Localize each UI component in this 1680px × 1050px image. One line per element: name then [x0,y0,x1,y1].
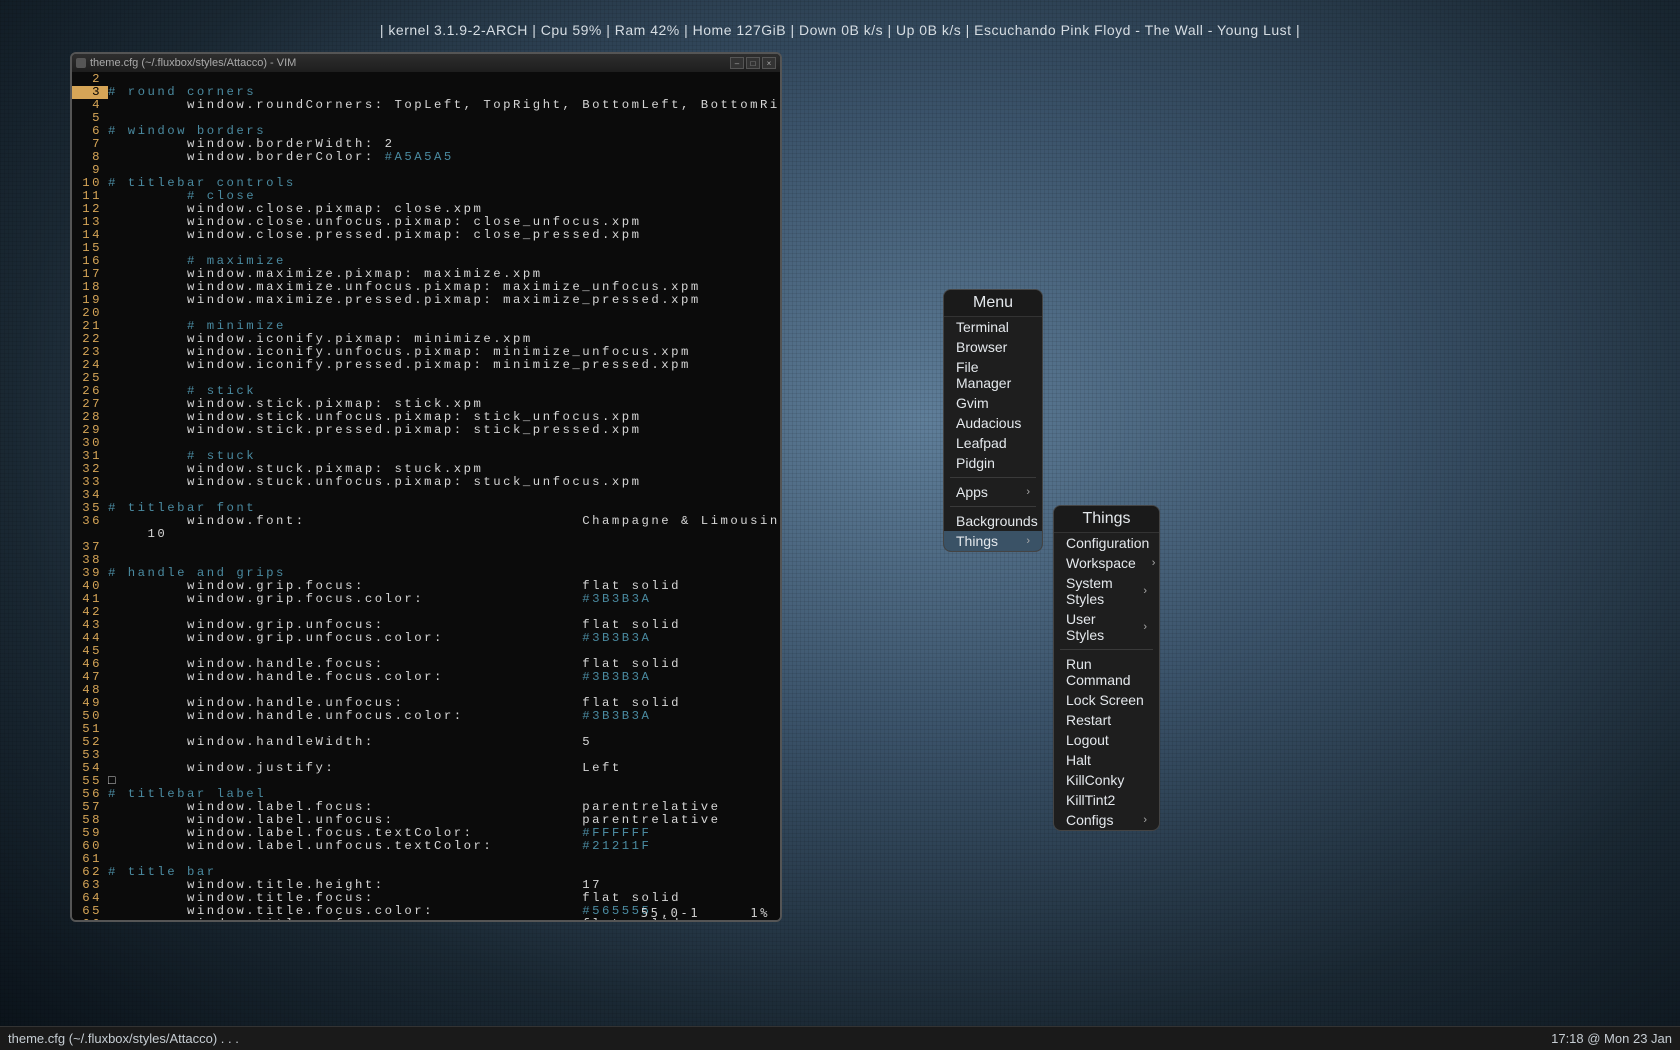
menu-item-label: Restart [1066,712,1111,728]
menu-item-label: Configs [1066,812,1113,828]
menu-item[interactable]: Things › [944,531,1042,551]
vim-line: 36 window.font: Champagne & Limousines- [72,515,780,528]
vim-line: 37 [72,541,780,554]
menu-separator [950,506,1036,507]
menu-item[interactable]: Workspace › [1054,553,1159,573]
menu-item-label: Leafpad [956,435,1007,451]
vim-line: 60 window.label.unfocus.textColor: #2121… [72,840,780,853]
menu-item[interactable]: KillConky [1054,770,1159,790]
fluxbox-submenu-things[interactable]: Things Configuration›Workspace›System St… [1053,505,1160,831]
menu-item[interactable]: Logout [1054,730,1159,750]
menu-item[interactable]: Configuration› [1054,533,1159,553]
vim-line: 14 window.close.pressed.pixmap: close_pr… [72,229,780,242]
menu-item[interactable]: Audacious [944,413,1042,433]
menu-item[interactable]: File Manager [944,357,1042,393]
menu-item-label: Gvim [956,395,989,411]
menu-item-label: Pidgin [956,455,995,471]
menu-item-label: Terminal [956,319,1009,335]
conky-statusbar: | kernel 3.1.9-2-ARCH | Cpu 59% | Ram 42… [0,22,1680,38]
tint2-taskbar[interactable]: theme.cfg (~/.fluxbox/styles/Attacco) . … [0,1026,1680,1050]
menu-item-label: File Manager [956,359,1030,391]
menu-item-label: Lock Screen [1066,692,1144,708]
chevron-right-icon: › [1026,535,1030,547]
vim-line: 19 window.maximize.pressed.pixmap: maxim… [72,294,780,307]
menu-item[interactable]: Pidgin [944,453,1042,473]
vim-line: 54 window.justify: Left [72,762,780,775]
maximize-button[interactable]: □ [746,57,760,69]
menu-item[interactable]: Browser [944,337,1042,357]
taskbar-window-label[interactable]: theme.cfg (~/.fluxbox/styles/Attacco) . … [8,1031,239,1046]
menu-item-label: Logout [1066,732,1109,748]
menu-item-label: Run Command [1066,656,1147,688]
menu-separator [1060,649,1153,650]
menu-title: Menu [944,290,1042,317]
menu-item[interactable]: KillTint2 [1054,790,1159,810]
chevron-right-icon: › [1143,814,1147,826]
menu-item-label: KillTint2 [1066,792,1115,808]
fluxbox-root-menu[interactable]: Menu Terminal Browser File Manager Gvim Auda… [943,289,1043,552]
menu-item-label: Workspace [1066,555,1136,571]
vim-line: 10 [72,528,780,541]
menu-item[interactable]: Apps › [944,482,1042,502]
menu-item[interactable]: Run Command [1054,654,1159,690]
menu-item-label: Backgrounds [956,513,1038,529]
menu-item[interactable]: System Styles › [1054,573,1159,609]
chevron-right-icon: › [1152,557,1156,569]
menu-item[interactable]: Halt [1054,750,1159,770]
menu-item[interactable]: Lock Screen [1054,690,1159,710]
chevron-right-icon: › [1026,486,1030,498]
menu-item-label: Audacious [956,415,1021,431]
minimize-button[interactable]: – [730,57,744,69]
menu-item-label: Apps [956,484,988,500]
close-button[interactable]: × [762,57,776,69]
vim-line: 50 window.handle.unfocus.color: #3B3B3A [72,710,780,723]
menu-item-label: Browser [956,339,1007,355]
menu-separator [950,477,1036,478]
vim-status-line: 55,0-1 1% [72,907,780,920]
menu-item-label: Things [956,533,998,549]
menu-item[interactable]: Terminal [944,317,1042,337]
menu-title: Things [1054,506,1159,533]
vim-line: 8 window.borderColor: #A5A5A5 [72,151,780,164]
vim-line: 47 window.handle.focus.color: #3B3B3A [72,671,780,684]
menu-item[interactable]: Configs › [1054,810,1159,830]
vim-terminal-window[interactable]: theme.cfg (~/.fluxbox/styles/Attacco) - … [70,52,782,922]
menu-item-label: KillConky [1066,772,1124,788]
menu-item-label: System Styles [1066,575,1127,607]
taskbar-clock: 17:18 @ Mon 23 Jan [1551,1031,1672,1046]
menu-item-label: Configuration [1066,535,1149,551]
menu-item[interactable]: Gvim [944,393,1042,413]
vim-line: 44 window.grip.unfocus.color: #3B3B3A [72,632,780,645]
vim-line: 29 window.stick.pressed.pixmap: stick_pr… [72,424,780,437]
menu-item[interactable]: User Styles › [1054,609,1159,645]
vim-line: 33 window.stuck.unfocus.pixmap: stuck_un… [72,476,780,489]
window-title: theme.cfg (~/.fluxbox/styles/Attacco) - … [90,57,296,69]
vim-editor-body[interactable]: 23# round corners4 window.roundCorners: … [72,72,780,920]
menu-item-label: Halt [1066,752,1091,768]
vim-line: 52 window.handleWidth: 5 [72,736,780,749]
chevron-right-icon: › [1143,621,1147,633]
vim-line: 41 window.grip.focus.color: #3B3B3A [72,593,780,606]
menu-item[interactable]: Backgrounds› [944,511,1042,531]
chevron-right-icon: › [1143,585,1147,597]
window-icon [76,58,86,68]
vim-line: 24 window.iconify.pressed.pixmap: minimi… [72,359,780,372]
vim-line: 4 window.roundCorners: TopLeft, TopRight… [72,99,780,112]
window-titlebar[interactable]: theme.cfg (~/.fluxbox/styles/Attacco) - … [72,54,780,72]
menu-item[interactable]: Restart [1054,710,1159,730]
menu-item-label: User Styles [1066,611,1127,643]
menu-item[interactable]: Leafpad [944,433,1042,453]
